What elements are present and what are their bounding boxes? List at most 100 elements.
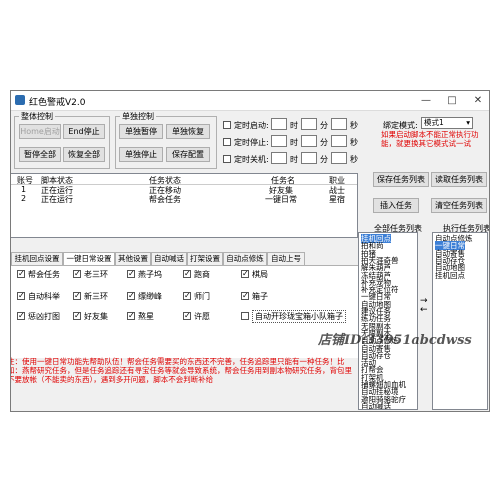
option-checkbox[interactable]: ✓: [127, 270, 135, 278]
tab-auto-cultivate[interactable]: 自动点修炼: [223, 252, 267, 265]
option-label: 箱子: [252, 292, 268, 301]
list-item[interactable]: 挂机回点: [435, 271, 465, 280]
timer-shutdown-label: 定时关机:: [234, 155, 269, 164]
option-label: 惩凶打图: [28, 312, 60, 321]
table-cell: 正在运行: [41, 195, 73, 204]
single-resume-button[interactable]: 单独恢复: [166, 124, 210, 139]
second-label: 秒: [350, 121, 358, 130]
hour-label: 时: [290, 155, 298, 164]
option-label: 燕子坞: [138, 270, 162, 279]
tab-fight[interactable]: 打架设置: [187, 252, 223, 265]
single-stop-button[interactable]: 单独停止: [119, 147, 163, 162]
table-cell: 一键日常: [265, 195, 297, 204]
option-checkbox[interactable]: ✓: [73, 312, 81, 320]
option-label: 熬星: [138, 312, 154, 321]
clear-tasklist-button[interactable]: 清空任务列表: [431, 198, 487, 213]
settings-tabs: 挂机回点设置 一键日常设置 其他设置 自动喊话 打架设置 自动点修炼 自动上号: [11, 252, 359, 265]
timer-stop-minute-input[interactable]: [301, 135, 317, 147]
table-header: 账号 脚本状态 任务状态 任务名 职业: [11, 174, 357, 185]
timer-start-label: 定时启动:: [234, 121, 269, 130]
option-checkbox[interactable]: ✓: [241, 270, 249, 278]
timer-shutdown-minute-input[interactable]: [301, 152, 317, 164]
account-table: 账号 脚本状态 任务状态 任务名 职业 1 正在运行 正在移动 好友集 战士 2…: [11, 173, 358, 238]
option-checkbox[interactable]: ✓: [17, 270, 25, 278]
insert-task-button[interactable]: 插入任务: [373, 198, 419, 213]
timer-start-hour-input[interactable]: [271, 118, 287, 130]
end-stop-button[interactable]: End停止: [63, 124, 105, 139]
tab-other[interactable]: 其他设置: [115, 252, 151, 265]
option-label: 棋局: [252, 270, 268, 279]
option-label: 师门: [194, 292, 210, 301]
table-row[interactable]: 2 正在运行 帮会任务 一键日常 星宿: [11, 194, 357, 204]
timer-stop-hour-input[interactable]: [271, 135, 287, 147]
option-label: 自动科举: [28, 292, 60, 301]
option-checkbox[interactable]: ✓: [17, 292, 25, 300]
window-title: 红色警戒V2.0: [29, 98, 86, 108]
option-checkbox[interactable]: ✓: [127, 312, 135, 320]
save-config-button[interactable]: 保存配置: [166, 147, 210, 162]
timer-shutdown-second-input[interactable]: [331, 152, 347, 164]
all-tasks-list[interactable]: 挂机回点 拍和尚 拍猪 拍天涯奇兽 解朱葫芦 冻结葫芦 补充宠物 补充定位符 一键日常 自动地图建…: [358, 232, 418, 410]
table-cell: 2: [21, 194, 27, 203]
second-label: 秒: [350, 155, 358, 164]
option-checkbox[interactable]: ✓: [183, 292, 191, 300]
home-start-button[interactable]: Home启动: [19, 124, 61, 139]
close-button[interactable]: ✕: [465, 91, 489, 110]
pause-all-button[interactable]: 暂停全部: [19, 147, 61, 162]
timer-stop-second-input[interactable]: [331, 135, 347, 147]
move-left-arrow[interactable]: ←: [420, 305, 428, 315]
second-label: 秒: [350, 138, 358, 147]
main-window: 红色警戒V2.0 — □ ✕ 整体控制 Home启动 End停止 暂停全部 恢复…: [10, 90, 490, 412]
hour-label: 时: [290, 121, 298, 130]
tab-auto-login[interactable]: 自动上号: [267, 252, 305, 265]
bind-mode-select[interactable]: 模式1 ▾: [421, 117, 473, 129]
option-checkbox[interactable]: ✓: [183, 270, 191, 278]
table-cell: 1: [21, 185, 27, 194]
resume-all-button[interactable]: 恢复全部: [63, 147, 105, 162]
minute-label: 分: [320, 155, 328, 164]
timer-start-checkbox[interactable]: [223, 121, 231, 129]
title-bar: 红色警戒V2.0 — □ ✕: [11, 91, 489, 111]
option-checkbox[interactable]: ✓: [183, 312, 191, 320]
timer-start-second-input[interactable]: [331, 118, 347, 130]
option-checkbox[interactable]: ✓: [73, 270, 81, 278]
read-tasklist-button[interactable]: 读取任务列表: [431, 172, 487, 187]
option-checkbox[interactable]: ✓: [127, 292, 135, 300]
overall-control-legend: 整体控制: [21, 112, 53, 121]
exec-tasks-list[interactable]: 自动点修炼 一键日常 自动寄售 自动存仓 自动地图 挂机回点: [432, 232, 488, 410]
table-row[interactable]: 1 正在运行 正在移动 好友集 战士: [11, 185, 357, 195]
option-label: 许愿: [194, 312, 210, 321]
shop-watermark: 店铺ID:33951abcdwss: [318, 333, 472, 348]
minute-label: 分: [320, 138, 328, 147]
option-checkbox[interactable]: [241, 312, 249, 320]
app-icon: [15, 95, 25, 105]
usage-note: 注：使用一键日常功能先帮助队伍！帮会任务需要买的东西还不完善，任务追踪里只能有一…: [10, 357, 352, 384]
list-item[interactable]: 自动喊话: [361, 402, 391, 409]
maximize-button[interactable]: □: [439, 91, 465, 110]
timer-shutdown-hour-input[interactable]: [271, 152, 287, 164]
timer-start-minute-input[interactable]: [301, 118, 317, 130]
option-checkbox[interactable]: ✓: [241, 292, 249, 300]
timer-stop-checkbox[interactable]: [223, 138, 231, 146]
timer-shutdown-checkbox[interactable]: [223, 155, 231, 163]
hour-label: 时: [290, 138, 298, 147]
minute-label: 分: [320, 121, 328, 130]
option-label: 跑商: [194, 270, 210, 279]
single-pause-button[interactable]: 单独暂停: [119, 124, 163, 139]
tab-auto-shout[interactable]: 自动喊话: [151, 252, 187, 265]
table-cell: 星宿: [329, 195, 345, 204]
table-cell: 帮会任务: [149, 195, 181, 204]
bind-mode-value: 模式1: [424, 118, 444, 127]
tab-daily[interactable]: 一键日常设置: [63, 252, 115, 265]
option-label: 新三环: [84, 292, 108, 301]
bind-warning: 如果启动脚本不能正常执行功能，就更换其它模式试一试: [381, 130, 479, 148]
timer-stop-label: 定时停止:: [234, 138, 269, 147]
option-label: 老三环: [84, 270, 108, 279]
minimize-button[interactable]: —: [413, 91, 439, 110]
option-checkbox[interactable]: ✓: [17, 312, 25, 320]
save-tasklist-button[interactable]: 保存任务列表: [373, 172, 429, 187]
option-label: 缥缈峰: [138, 292, 162, 301]
tab-idle-return[interactable]: 挂机回点设置: [11, 252, 63, 265]
option-checkbox[interactable]: ✓: [73, 292, 81, 300]
option-label: 帮会任务: [28, 270, 60, 279]
